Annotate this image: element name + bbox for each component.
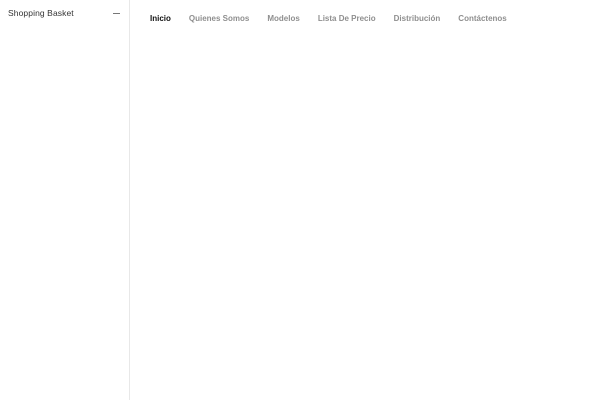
nav-item-lista-de-precio[interactable]: Lista De Precio (318, 14, 376, 23)
minus-icon[interactable] (111, 8, 121, 18)
nav-item-modelos[interactable]: Modelos (267, 14, 299, 23)
main-content: Inicio Quienes Somos Modelos Lista De Pr… (130, 0, 600, 400)
nav-item-distribucion[interactable]: Distribución (394, 14, 441, 23)
shopping-basket-header: Shopping Basket (0, 0, 129, 26)
nav-item-quienes-somos[interactable]: Quienes Somos (189, 14, 249, 23)
main-nav: Inicio Quienes Somos Modelos Lista De Pr… (130, 0, 600, 36)
shopping-basket-title: Shopping Basket (8, 8, 74, 18)
page: Shopping Basket Inicio Quienes Somos Mod… (0, 0, 600, 400)
shopping-basket-panel: Shopping Basket (0, 0, 130, 400)
nav-item-contactenos[interactable]: Contáctenos (458, 14, 506, 23)
nav-item-inicio[interactable]: Inicio (150, 14, 171, 23)
